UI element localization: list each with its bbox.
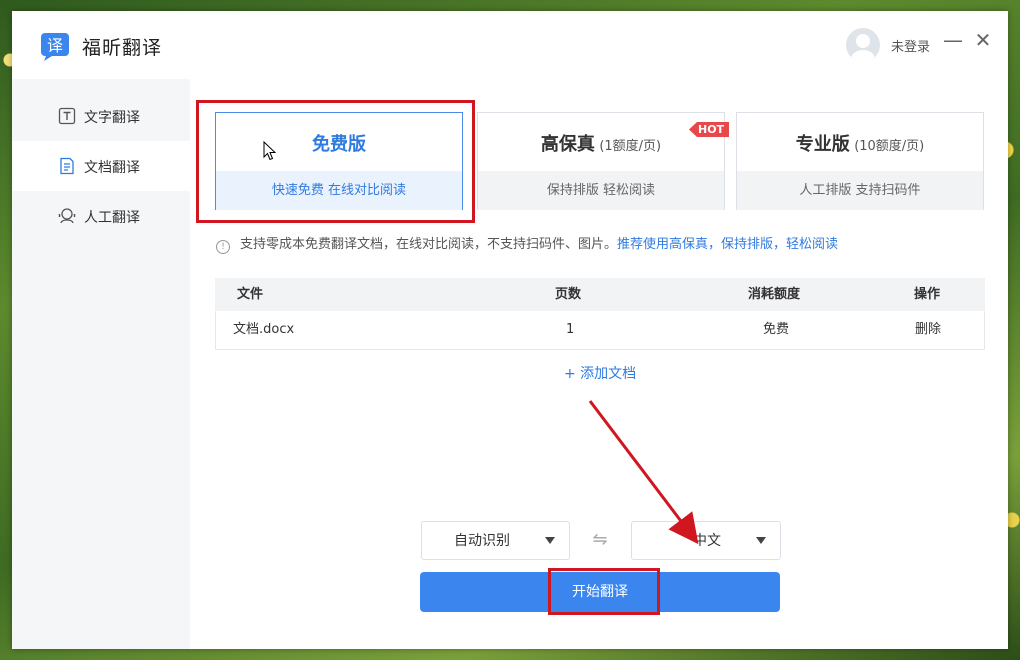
target-language-select[interactable]: 中文 — [631, 521, 781, 560]
app-title: 福昕翻译 — [82, 37, 163, 59]
notice-text: ! 支持零成本免费翻译文档，在线对比阅读，不支持扫码件、图片。推荐使用高保真，保持… — [216, 233, 838, 254]
recommend-link[interactable]: 推荐使用高保真，保持排版，轻松阅读 — [617, 237, 838, 252]
plan-description: 人工排版 支持扫码件 — [737, 171, 983, 210]
main-content: 免费版 快速免费 在线对比阅读 高保真 (1额度/页) 保持排版 轻松阅读 HO… — [190, 79, 1008, 649]
source-language-value: 自动识别 — [454, 533, 510, 549]
column-header-pages: 页数 — [555, 287, 582, 302]
plan-description: 保持排版 轻松阅读 — [478, 171, 724, 210]
add-document-button[interactable]: + 添加文档 — [564, 363, 636, 383]
column-header-cost: 消耗额度 — [748, 287, 801, 302]
notice-body: 支持零成本免费翻译文档，在线对比阅读，不支持扫码件、图片。 — [240, 237, 618, 252]
user-icon — [851, 34, 875, 62]
sidebar-item-text-translate[interactable]: 文字翻译 — [12, 91, 190, 141]
delete-button[interactable]: 删除 — [915, 311, 941, 349]
info-icon: ! — [216, 240, 230, 254]
sidebar-item-label: 文档翻译 — [84, 160, 140, 176]
chevron-down-icon — [756, 537, 766, 544]
sidebar: 文字翻译 文档翻译 人工翻译 — [12, 79, 190, 649]
document-icon — [60, 157, 74, 175]
source-language-select[interactable]: 自动识别 — [421, 521, 570, 560]
human-icon — [58, 208, 76, 224]
swap-languages-icon[interactable]: ⇋ — [588, 529, 612, 550]
file-name: 文档.docx — [233, 322, 295, 337]
table-row: 文档.docx 1 免费 删除 — [215, 311, 985, 350]
app-logo-icon: 译 — [41, 33, 69, 61]
logo-char: 译 — [47, 36, 63, 55]
plan-card-professional[interactable]: 专业版 (10额度/页) 人工排版 支持扫码件 — [736, 112, 984, 210]
plan-title: 专业版 — [795, 134, 850, 155]
cost-value: 免费 — [763, 322, 790, 337]
app-window: 译 福昕翻译 未登录 — ✕ 文字翻译 文档翻译 人工翻译 免费版 快速免费 在… — [12, 11, 1008, 649]
mouse-cursor-icon — [263, 141, 277, 161]
sidebar-item-doc-translate[interactable]: 文档翻译 — [12, 141, 190, 191]
title-bar: 译 福昕翻译 未登录 — ✕ — [12, 11, 1008, 79]
page-count: 1 — [566, 322, 575, 337]
close-button[interactable]: ✕ — [972, 29, 994, 51]
chevron-down-icon — [545, 537, 555, 544]
sidebar-item-label: 文字翻译 — [84, 110, 140, 126]
plan-title: 高保真 — [540, 134, 595, 155]
minimize-button[interactable]: — — [942, 29, 964, 51]
plan-card-high-fidelity[interactable]: 高保真 (1额度/页) 保持排版 轻松阅读 — [477, 112, 725, 210]
column-header-file: 文件 — [237, 287, 264, 302]
sidebar-item-label: 人工翻译 — [84, 210, 140, 226]
hot-badge: HOT — [689, 122, 730, 137]
text-icon — [58, 107, 76, 125]
table-header: 文件 页数 消耗额度 操作 — [215, 278, 985, 311]
highlight-box-free-plan — [196, 100, 475, 223]
plan-price: (10额度/页) — [854, 139, 925, 154]
plan-price: (1额度/页) — [599, 139, 662, 154]
file-table: 文件 页数 消耗额度 操作 文档.docx 1 免费 删除 — [215, 278, 985, 350]
column-header-action: 操作 — [914, 287, 941, 302]
sidebar-item-human-translate[interactable]: 人工翻译 — [12, 191, 190, 241]
highlight-box-start-button — [548, 568, 660, 615]
login-link[interactable]: 未登录 — [891, 36, 930, 55]
avatar[interactable] — [846, 28, 880, 62]
